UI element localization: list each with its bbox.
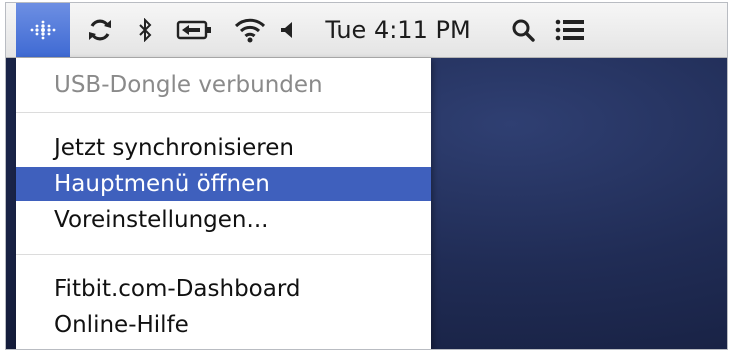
menu-item-online-help[interactable]: Online-Hilfe: [16, 308, 431, 342]
clock[interactable]: Tue 4:11 PM: [312, 3, 484, 57]
bluetooth-icon: [138, 18, 152, 42]
list-icon: [555, 18, 585, 42]
spotlight-button[interactable]: [506, 3, 540, 57]
fitbit-menu-extra[interactable]: [16, 3, 70, 57]
menu-item-usb-status: USB-Dongle verbunden: [54, 72, 323, 98]
menu-bar: Tue 4:11 PM: [6, 3, 727, 58]
volume-menu-extra[interactable]: [276, 3, 298, 57]
menu-item-preferences[interactable]: Voreinstellungen...: [16, 203, 431, 237]
fitbit-icon: [29, 20, 57, 40]
menu-item-fitbit-dashboard[interactable]: Fitbit.com-Dashboard: [16, 272, 431, 306]
clock-text: Tue 4:11 PM: [325, 16, 471, 44]
wifi-menu-extra[interactable]: [228, 3, 272, 57]
fitbit-dropdown-menu: USB-Dongle verbunden Jetzt synchronisier…: [16, 58, 431, 349]
menu-item-sync-now[interactable]: Jetzt synchronisieren: [16, 131, 431, 165]
bluetooth-menu-extra[interactable]: [134, 3, 156, 57]
volume-icon: [280, 20, 294, 40]
battery-menu-extra[interactable]: [172, 3, 216, 57]
menu-separator: [16, 112, 431, 113]
screenshot-frame: Tue 4:11 PM USB-Dongle verbunden Jetzt s…: [5, 2, 728, 350]
wifi-icon: [233, 16, 267, 44]
notification-center-button[interactable]: [552, 3, 588, 57]
sync-menu-extra[interactable]: [82, 3, 118, 57]
menu-separator: [16, 254, 431, 255]
battery-icon: [176, 19, 212, 41]
search-icon: [511, 18, 535, 42]
menu-item-open-main-menu[interactable]: Hauptmenü öffnen: [16, 167, 431, 201]
sync-icon: [87, 17, 113, 43]
